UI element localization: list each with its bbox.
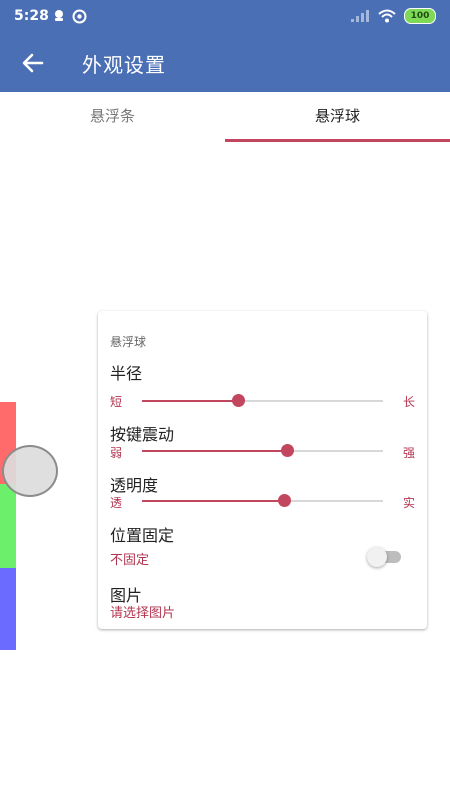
select-image-link[interactable]: 请选择图片 <box>110 602 175 621</box>
radius-slider[interactable] <box>142 394 383 407</box>
tab-bar: 悬浮条 悬浮球 <box>0 92 450 142</box>
status-bar: 5:28 100 <box>0 0 450 34</box>
vibration-slider-fill <box>142 450 287 452</box>
opacity-label: 透明度 <box>110 476 159 495</box>
fixed-position-label: 位置固定 <box>110 526 175 545</box>
toggle-thumb <box>367 547 387 567</box>
opacity-min-label: 透 <box>110 496 123 510</box>
tab-floating-bar[interactable]: 悬浮条 <box>0 92 225 142</box>
floating-ball[interactable] <box>2 445 58 497</box>
vibration-slider[interactable] <box>142 444 383 457</box>
sync-icon <box>72 9 87 24</box>
opacity-slider-thumb[interactable] <box>278 494 292 507</box>
vibration-min-label: 弱 <box>110 446 123 460</box>
tab-indicator <box>225 139 450 142</box>
app-bar: 外观设置 <box>0 34 450 92</box>
preview-bar-green <box>0 484 16 568</box>
battery-icon: 100 <box>404 8 436 24</box>
fixed-position-status: 不固定 <box>110 553 150 568</box>
wifi-icon <box>378 9 396 23</box>
back-button[interactable] <box>18 48 48 78</box>
radius-label: 半径 <box>110 364 143 383</box>
preview-bar-blue <box>0 568 16 650</box>
radius-slider-fill <box>142 400 239 402</box>
status-time: 5:28 <box>14 8 49 24</box>
radius-slider-thumb[interactable] <box>232 394 246 407</box>
vibration-max-label: 强 <box>402 446 415 460</box>
radius-min-label: 短 <box>110 395 123 409</box>
opacity-slider[interactable] <box>142 494 383 507</box>
tab-floating-ball[interactable]: 悬浮球 <box>225 92 450 142</box>
signal-icon <box>351 10 369 22</box>
fixed-position-toggle[interactable] <box>367 547 403 567</box>
notification-icon <box>55 10 63 21</box>
radius-max-label: 长 <box>402 395 415 409</box>
opacity-max-label: 实 <box>402 496 415 510</box>
vibration-label: 按键震动 <box>110 425 175 444</box>
opacity-slider-fill <box>142 500 285 502</box>
floating-ball-settings-card: 悬浮球 半径 短 长 按键震动 弱 强 透明度 透 实 位置固定 不固定 图片 … <box>98 311 427 629</box>
vibration-slider-thumb[interactable] <box>280 444 294 457</box>
arrow-back-icon <box>22 53 44 73</box>
card-title: 悬浮球 <box>110 335 147 349</box>
page-title: 外观设置 <box>82 53 166 77</box>
